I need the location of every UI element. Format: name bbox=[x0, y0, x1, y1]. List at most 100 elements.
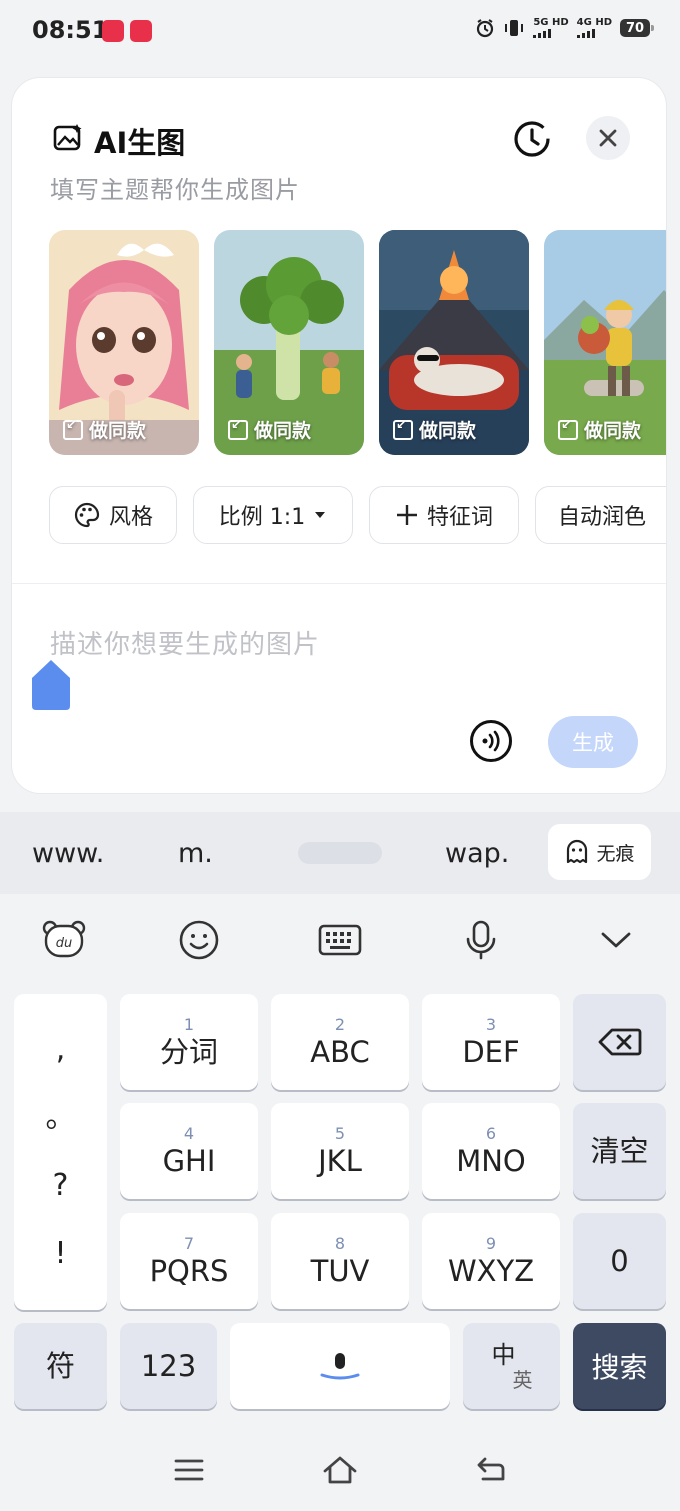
style-chip-label: 风格 bbox=[108, 505, 153, 530]
same-style-tag: 做同款 bbox=[393, 416, 476, 443]
home-icon[interactable] bbox=[318, 1448, 362, 1492]
space-mic-icon bbox=[320, 1353, 360, 1380]
search-key[interactable]: 搜索 bbox=[573, 1323, 666, 1409]
punctuation-column[interactable]: , 。 ? ! bbox=[14, 994, 107, 1310]
auto-polish-chip[interactable]: 自动润色 bbox=[535, 486, 666, 544]
punct-exclaim-key[interactable]: ! bbox=[54, 1239, 66, 1269]
auto-polish-chip-label: 自动润色 bbox=[558, 505, 647, 530]
key-number: 2 bbox=[334, 1015, 346, 1034]
generate-button[interactable]: 生成 bbox=[548, 716, 638, 768]
app-badge-icon bbox=[130, 20, 152, 42]
key-number: 7 bbox=[183, 1234, 195, 1253]
lang-sub-label: 英 bbox=[512, 1368, 533, 1392]
key-7[interactable]: 7 PQRS bbox=[120, 1213, 258, 1309]
plus-icon bbox=[396, 505, 417, 525]
clear-key[interactable]: 清空 bbox=[573, 1103, 666, 1199]
close-button[interactable] bbox=[586, 116, 630, 160]
key-6[interactable]: 6 MNO bbox=[422, 1103, 560, 1199]
sample-card-hiker[interactable]: 做同款 bbox=[544, 230, 666, 455]
suggestion-www[interactable]: www. bbox=[32, 838, 104, 869]
punct-period-key[interactable]: 。 bbox=[46, 1103, 76, 1133]
sound-wave-icon bbox=[482, 730, 500, 752]
net-label: 5G HD bbox=[533, 17, 569, 28]
punct-comma-key[interactable]: , bbox=[56, 1035, 66, 1065]
sample-card-broccoli[interactable]: 做同款 bbox=[214, 230, 364, 455]
key-number: 1 bbox=[183, 1015, 195, 1034]
same-style-label: 做同款 bbox=[254, 420, 312, 442]
keyword-chip[interactable]: 特征词 bbox=[369, 486, 519, 544]
microphone-icon[interactable] bbox=[459, 918, 503, 962]
key-label: JKL bbox=[318, 1144, 362, 1178]
same-style-label: 做同款 bbox=[584, 420, 642, 442]
keyword-chip-label: 特征词 bbox=[426, 505, 493, 530]
suggestion-m[interactable]: m. bbox=[178, 838, 213, 869]
symbol-key[interactable]: 符 bbox=[14, 1323, 107, 1409]
caret-down-icon bbox=[315, 512, 326, 518]
zero-key-label: 0 bbox=[610, 1244, 629, 1278]
same-style-tag: 做同款 bbox=[558, 416, 641, 443]
ratio-chip-label: 比例 1:1 bbox=[218, 505, 306, 530]
key-label: WXYZ bbox=[447, 1254, 535, 1288]
language-switch-key[interactable]: 中 英 bbox=[463, 1323, 560, 1409]
key-label: 分词 bbox=[159, 1035, 218, 1069]
vibrate-icon bbox=[505, 20, 524, 36]
voice-input-button[interactable] bbox=[470, 720, 512, 762]
key-2[interactable]: 2 ABC bbox=[271, 994, 409, 1090]
key-9[interactable]: 9 WXYZ bbox=[422, 1213, 560, 1309]
key-8[interactable]: 8 TUV bbox=[271, 1213, 409, 1309]
sample-card-girl[interactable]: 做同款 bbox=[49, 230, 199, 455]
numeric-mode-key[interactable]: 123 bbox=[120, 1323, 217, 1409]
sample-card-volcano-cat[interactable]: 做同款 bbox=[379, 230, 529, 455]
back-icon[interactable] bbox=[469, 1448, 513, 1492]
collapse-keyboard-icon[interactable] bbox=[594, 918, 638, 962]
search-key-label: 搜索 bbox=[591, 1351, 648, 1384]
backspace-key[interactable] bbox=[573, 994, 666, 1090]
space-key[interactable] bbox=[230, 1323, 450, 1409]
zero-key[interactable]: 0 bbox=[573, 1213, 666, 1309]
key-number: 4 bbox=[183, 1124, 195, 1143]
history-icon[interactable] bbox=[512, 118, 552, 158]
backspace-icon bbox=[598, 1028, 641, 1056]
clear-key-label: 清空 bbox=[590, 1134, 649, 1168]
text-cursor-handle[interactable] bbox=[32, 660, 70, 710]
ratio-dropdown[interactable]: 比例 1:1 bbox=[193, 486, 353, 544]
suggestion-placeholder[interactable] bbox=[298, 842, 382, 864]
key-4[interactable]: 4 GHI bbox=[120, 1103, 258, 1199]
key-number: 6 bbox=[485, 1124, 497, 1143]
prompt-input[interactable]: 描述你想要生成的图片 bbox=[50, 624, 320, 661]
key-5[interactable]: 5 JKL bbox=[271, 1103, 409, 1199]
image-generate-icon bbox=[53, 124, 82, 151]
palette-icon bbox=[74, 502, 100, 528]
key-3[interactable]: 3 DEF bbox=[422, 994, 560, 1090]
menu-icon[interactable] bbox=[167, 1448, 211, 1492]
incognito-label: 无痕 bbox=[596, 842, 635, 865]
battery-icon: 70 bbox=[620, 19, 654, 37]
ghost-icon bbox=[567, 839, 588, 864]
key-label: GHI bbox=[162, 1144, 216, 1178]
same-style-tag: 做同款 bbox=[63, 416, 146, 443]
status-time: 08:51 bbox=[32, 16, 109, 44]
symbol-key-label: 符 bbox=[45, 1349, 75, 1383]
style-chip[interactable]: 风格 bbox=[49, 486, 177, 544]
key-label: ABC bbox=[310, 1035, 370, 1069]
incognito-button[interactable]: 无痕 bbox=[548, 824, 651, 880]
same-style-icon bbox=[228, 418, 248, 440]
punct-question-key[interactable]: ? bbox=[53, 1171, 69, 1201]
bear-du-icon[interactable]: du bbox=[42, 918, 86, 962]
same-style-icon bbox=[558, 418, 578, 440]
lang-main-label: 中 bbox=[491, 1341, 516, 1369]
same-style-tag: 做同款 bbox=[228, 416, 311, 443]
card-subtitle: 填写主题帮你生成图片 bbox=[50, 176, 300, 204]
suggestion-wap[interactable]: wap. bbox=[445, 838, 509, 869]
close-icon bbox=[599, 129, 617, 147]
same-style-label: 做同款 bbox=[89, 420, 147, 442]
key-number: 8 bbox=[334, 1234, 346, 1253]
key-label: MNO bbox=[456, 1144, 526, 1178]
system-status-icons: 5G HD 4G HD 70 bbox=[475, 17, 654, 38]
key-number: 3 bbox=[485, 1015, 497, 1034]
alarm-icon bbox=[477, 19, 494, 38]
same-style-icon bbox=[63, 418, 83, 440]
emoji-icon[interactable] bbox=[177, 918, 221, 962]
key-1[interactable]: 1 分词 bbox=[120, 994, 258, 1090]
keyboard-icon[interactable] bbox=[318, 918, 362, 962]
